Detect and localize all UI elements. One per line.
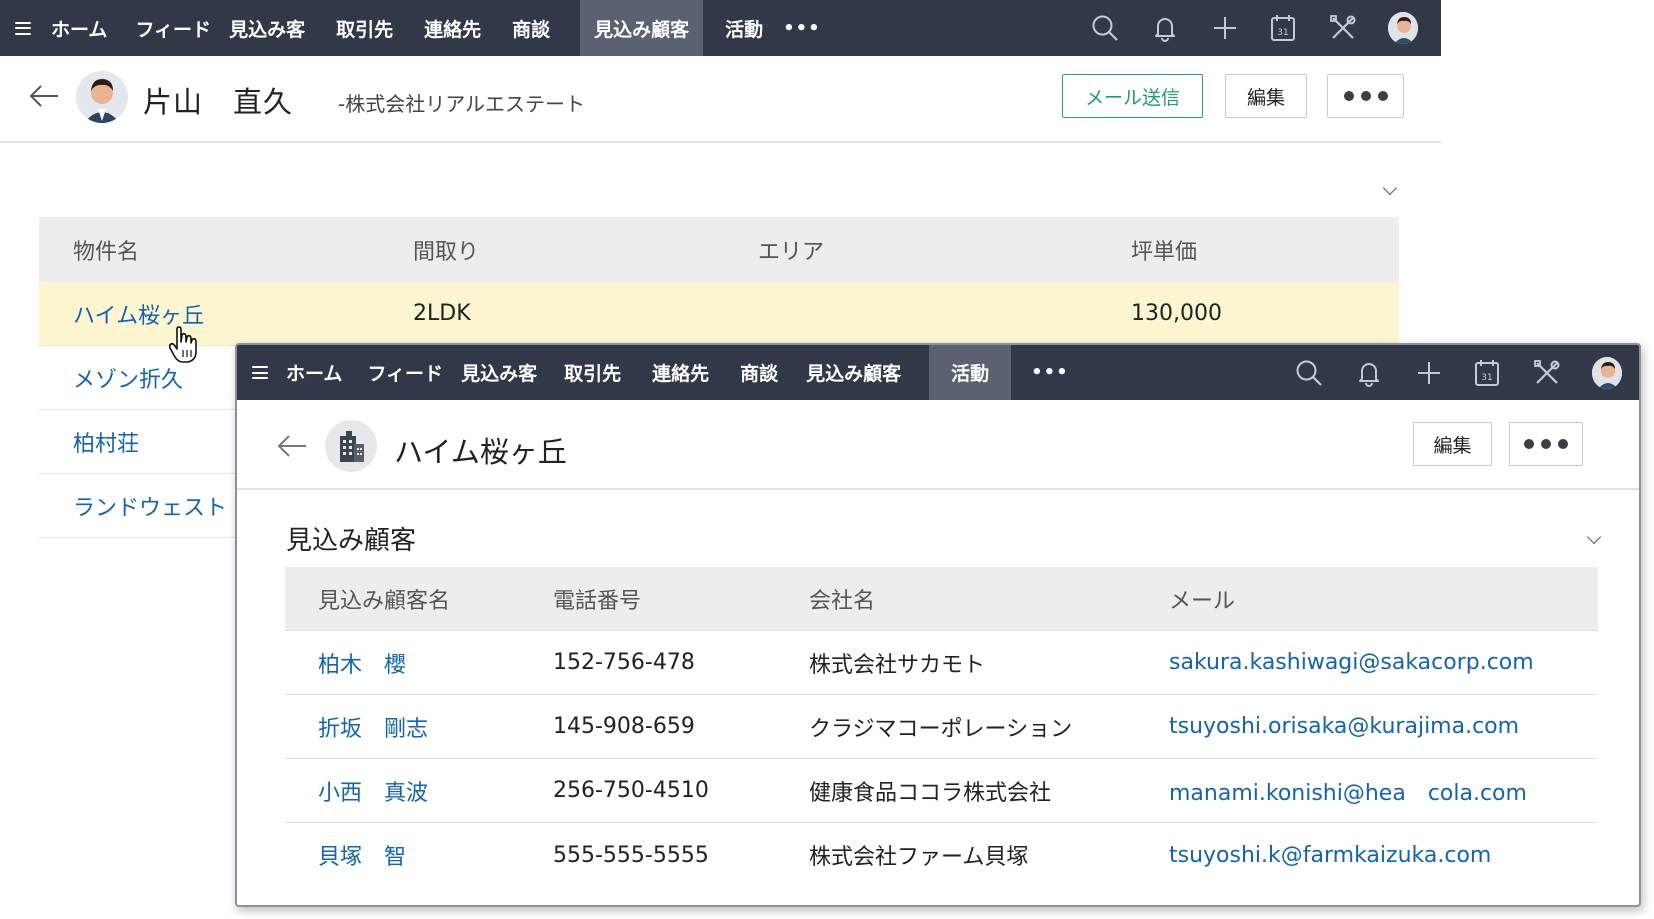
nav-tab-contacts[interactable]: 連絡先 [652, 345, 709, 400]
popup-nav-bar: ホーム フィード 見込み客 取引先 連絡先 商談 見込み顧客 活動 ••• 31 [237, 345, 1639, 400]
search-icon[interactable] [1090, 13, 1120, 43]
prospect-phone: 145-908-659 [553, 714, 695, 739]
avatar [1592, 356, 1622, 389]
send-mail-button[interactable]: メール送信 [1062, 74, 1203, 118]
prospect-name-link[interactable]: 柏木 櫻 [318, 647, 406, 679]
nav-tab-deals[interactable]: 商談 [512, 0, 550, 56]
prospect-email-link[interactable]: tsuyoshi.orisaka@kurajima.com [1169, 714, 1519, 739]
hamburger-menu-icon[interactable] [15, 21, 31, 35]
nav-tab-home[interactable]: ホーム [286, 345, 342, 400]
nav-tab-leads[interactable]: 見込み客 [461, 345, 537, 400]
more-dots-icon [1343, 91, 1388, 101]
back-arrow-icon[interactable] [276, 434, 308, 462]
calendar-day-label: 31 [1481, 373, 1492, 383]
nav-tab-accounts[interactable]: 取引先 [564, 345, 621, 400]
contact-name: 片山 直久 [143, 85, 294, 119]
nav-tab-prospects[interactable]: 見込み顧客 [580, 0, 704, 56]
prospect-name-link[interactable]: 小西 真波 [318, 775, 428, 807]
hamburger-menu-icon[interactable] [252, 366, 268, 379]
tools-icon[interactable] [1328, 13, 1358, 43]
top-nav-bar: ホーム フィード 見込み客 取引先 連絡先 商談 見込み顧客 活動 ••• 31 [0, 0, 1441, 56]
property-link[interactable]: ランドウェスト [73, 490, 227, 522]
user-avatar[interactable] [1592, 356, 1622, 389]
nav-tab-accounts[interactable]: 取引先 [336, 0, 393, 56]
chevron-down-icon[interactable] [1382, 180, 1398, 196]
prospect-company: クラジマコーポレーション [809, 716, 1073, 742]
property-layout: 2LDK [413, 301, 471, 326]
contact-company: -株式会社リアルエステート [338, 92, 586, 116]
prospect-email-link[interactable]: sakura.kashiwagi@sakacorp.com [1169, 650, 1534, 675]
nav-tab-feed[interactable]: フィード [367, 345, 443, 400]
column-header-layout: 間取り [413, 239, 480, 265]
nav-tab-deals[interactable]: 商談 [740, 345, 778, 400]
prospect-name-link[interactable]: 貝塚 智 [318, 839, 406, 871]
calendar-icon[interactable]: 31 [1472, 358, 1502, 388]
search-icon[interactable] [1294, 358, 1324, 388]
column-header-property-name: 物件名 [73, 239, 140, 265]
table-row[interactable]: 折坂 剛志 145-908-659 クラジマコーポレーション tsuyoshi.… [285, 695, 1598, 759]
column-header-phone: 電話番号 [553, 588, 642, 614]
prospect-phone: 256-750-4510 [553, 778, 709, 803]
nav-more-button[interactable]: ••• [783, 0, 821, 56]
table-row[interactable]: 貝塚 智 555-555-5555 株式会社ファーム貝塚 tsuyoshi.k@… [285, 823, 1598, 887]
table-row[interactable]: 柏木 櫻 152-756-478 株式会社サカモト sakura.kashiwa… [285, 631, 1598, 695]
column-header-email: メール [1169, 588, 1236, 614]
tools-icon[interactable] [1532, 358, 1562, 388]
nav-more-button[interactable]: ••• [1031, 345, 1069, 400]
contact-header: 片山 直久 -株式会社リアルエステート メール送信 編集 [0, 56, 1441, 143]
prospects-table-header: 見込み顧客名 電話番号 会社名 メール [285, 567, 1598, 631]
screen: ホーム フィード 見込み客 取引先 連絡先 商談 見込み顧客 活動 ••• 31 [0, 0, 1654, 919]
nav-tab-feed[interactable]: フィード [135, 0, 211, 56]
plus-icon[interactable] [1210, 13, 1240, 43]
more-dots-icon [1524, 439, 1568, 449]
nav-tab-activities[interactable]: 活動 [929, 345, 1012, 400]
nav-tab-contacts[interactable]: 連絡先 [424, 0, 481, 56]
avatar [1388, 12, 1418, 44]
prospect-email-link[interactable]: tsuyoshi.k@farmkaizuka.com [1169, 843, 1491, 868]
prospect-phone: 152-756-478 [553, 650, 695, 675]
prospect-phone: 555-555-5555 [553, 842, 709, 868]
table-row[interactable]: ハイム桜ヶ丘 2LDK 130,000 [39, 282, 1399, 346]
hand-pointer-cursor-icon [168, 326, 202, 368]
prospect-email-link[interactable]: manami.konishi@hea cola.com [1169, 775, 1527, 807]
column-header-price: 坪単価 [1131, 239, 1198, 265]
property-price: 130,000 [1131, 301, 1222, 326]
property-header: ハイム桜ヶ丘 編集 [237, 400, 1639, 490]
column-header-area: エリア [758, 239, 825, 265]
calendar-icon[interactable]: 31 [1268, 13, 1298, 43]
plus-icon[interactable] [1414, 358, 1444, 388]
table-row[interactable]: 小西 真波 256-750-4510 健康食品ココラ株式会社 manami.ko… [285, 759, 1598, 823]
property-detail-window: ホーム フィード 見込み客 取引先 連絡先 商談 見込み顧客 活動 ••• 31… [235, 343, 1641, 907]
calendar-day-label: 31 [1277, 28, 1288, 38]
back-arrow-icon[interactable] [28, 84, 60, 112]
section-title-prospects: 見込み顧客 [286, 526, 417, 556]
prospect-company: 健康食品ココラ株式会社 [809, 780, 1052, 806]
prospect-name-link[interactable]: 折坂 剛志 [318, 711, 428, 743]
prospect-company: 株式会社ファーム貝塚 [809, 845, 1029, 870]
properties-table-header: 物件名 間取り エリア 坪単価 [39, 217, 1399, 282]
more-actions-button[interactable] [1327, 74, 1404, 118]
edit-button[interactable]: 編集 [1413, 422, 1492, 466]
nav-tab-home[interactable]: ホーム [51, 0, 107, 56]
bell-icon[interactable] [1354, 358, 1384, 388]
property-link[interactable]: ハイム桜ヶ丘 [73, 298, 204, 330]
contact-avatar [76, 71, 128, 123]
property-link[interactable]: 柏村荘 [73, 426, 139, 458]
property-link[interactable]: メゾン折久 [73, 362, 183, 394]
more-actions-button[interactable] [1509, 422, 1583, 466]
chevron-down-icon[interactable] [1586, 529, 1602, 545]
user-avatar[interactable] [1388, 12, 1418, 44]
edit-button[interactable]: 編集 [1225, 74, 1307, 118]
column-header-company: 会社名 [809, 588, 876, 614]
nav-tab-prospects[interactable]: 見込み顧客 [806, 345, 901, 400]
property-title: ハイム桜ヶ丘 [394, 435, 567, 469]
nav-tab-activities[interactable]: 活動 [725, 0, 763, 56]
prospect-company: 株式会社サカモト [809, 652, 986, 678]
building-icon [325, 420, 377, 472]
prospects-table: 見込み顧客名 電話番号 会社名 メール 柏木 櫻 152-756-478 株式会… [285, 567, 1598, 887]
column-header-prospect-name: 見込み顧客名 [318, 588, 451, 614]
nav-tab-leads[interactable]: 見込み客 [229, 0, 305, 56]
bell-icon[interactable] [1150, 13, 1180, 43]
